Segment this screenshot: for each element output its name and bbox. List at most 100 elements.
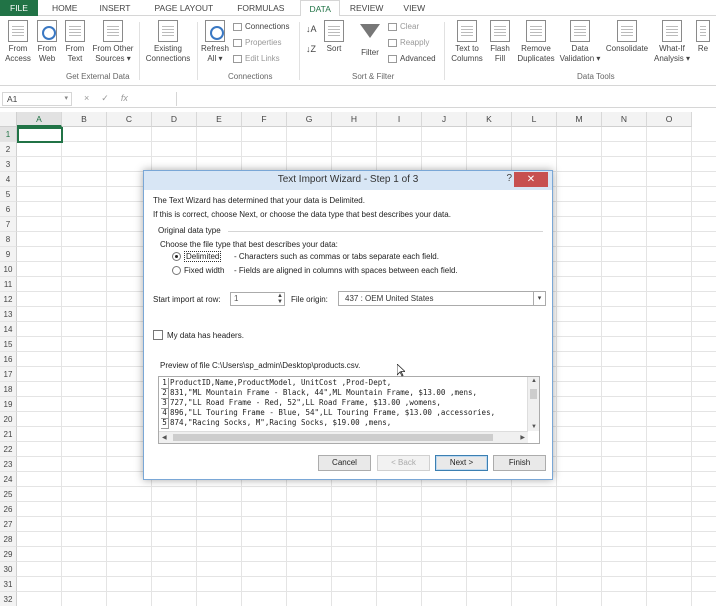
formula-input[interactable] [176,92,710,106]
row-header[interactable]: 6 [0,202,17,217]
row-header[interactable]: 28 [0,532,17,547]
sort-za-button[interactable]: ↓Z [306,44,316,54]
column-header[interactable]: C [107,112,152,127]
consolidate-button[interactable]: Consolidate [604,20,650,54]
column-header[interactable]: L [512,112,557,127]
tab-home[interactable]: HOME [38,0,86,16]
reapply-button[interactable]: Reapply [388,38,429,47]
row-header[interactable]: 15 [0,337,17,352]
select-all-corner[interactable] [0,112,17,127]
preview-vertical-scrollbar[interactable]: ▲ ▼ [527,377,539,431]
row-header[interactable]: 27 [0,517,17,532]
file-preview[interactable]: 5 874,"Racing Socks, M",Racing Socks, $19… [158,376,540,444]
delimited-radio[interactable] [172,252,181,261]
row-header[interactable]: 29 [0,547,17,562]
row-header[interactable]: 3 [0,157,17,172]
from-access-button[interactable]: From Access [4,20,32,64]
help-icon[interactable]: ? [506,173,512,184]
row-header[interactable]: 20 [0,412,17,427]
row-header[interactable]: 18 [0,382,17,397]
column-header[interactable]: H [332,112,377,127]
tab-file[interactable]: FILE [0,0,38,16]
row-header[interactable]: 26 [0,502,17,517]
connections-button[interactable]: Connections [233,22,289,31]
column-header[interactable]: N [602,112,647,127]
edit-links-button[interactable]: Edit Links [233,54,280,63]
row-header[interactable]: 23 [0,457,17,472]
fixed-width-label[interactable]: Fixed width [184,266,224,275]
advanced-button[interactable]: Advanced [388,54,436,63]
row-header[interactable]: 32 [0,592,17,606]
row-header[interactable]: 1 [0,127,17,142]
next-button[interactable]: Next > [435,455,488,471]
data-validation-button[interactable]: Data Validation ▾ [558,20,602,64]
row-header[interactable]: 11 [0,277,17,292]
active-cell[interactable] [17,127,63,143]
row-header[interactable]: 21 [0,427,17,442]
scroll-left-icon[interactable]: ◀ [162,434,167,441]
column-header[interactable]: E [197,112,242,127]
column-header[interactable]: O [647,112,692,127]
chevron-down-icon[interactable]: ▾ [533,292,545,305]
refresh-all-button[interactable]: Refresh All ▾ [199,20,231,64]
sort-az-button[interactable]: ↓A [306,24,317,34]
flash-fill-button[interactable]: Flash Fill [488,20,512,64]
relationships-button[interactable]: Re [694,20,712,54]
sort-button[interactable]: Sort [322,20,346,54]
file-origin-select[interactable]: 437 : OEM United States ▾ [338,291,546,306]
column-header[interactable]: M [557,112,602,127]
row-header[interactable]: 9 [0,247,17,262]
start-import-row-stepper[interactable]: 1 ▲ ▼ [230,292,285,306]
row-header[interactable]: 22 [0,442,17,457]
column-header[interactable]: K [467,112,512,127]
close-button[interactable]: ✕ [514,172,548,187]
horizontal-scroll-thumb[interactable] [173,434,493,441]
my-data-has-headers-checkbox[interactable] [153,330,163,340]
row-header[interactable]: 30 [0,562,17,577]
tab-insert[interactable]: INSERT [85,0,138,16]
fixed-width-radio[interactable] [172,266,181,275]
insert-function-icon[interactable]: fx [121,93,128,104]
spin-arrows-icon[interactable]: ▲ ▼ [277,293,283,305]
cancel-icon[interactable]: × [84,93,89,104]
row-header[interactable]: 2 [0,142,17,157]
back-button[interactable]: < Back [377,455,430,471]
row-header[interactable]: 4 [0,172,17,187]
filter-button[interactable]: Filter [358,20,382,58]
tab-review[interactable]: REVIEW [340,0,392,16]
remove-duplicates-button[interactable]: Remove Duplicates [515,20,557,64]
row-header[interactable]: 16 [0,352,17,367]
text-to-columns-button[interactable]: Text to Columns [448,20,486,64]
existing-connections-button[interactable]: Existing Connections [142,20,194,64]
column-header[interactable]: F [242,112,287,127]
row-header[interactable]: 8 [0,232,17,247]
dialog-title-bar[interactable]: Text Import Wizard - Step 1 of 3 ? ✕ [144,171,552,190]
row-header[interactable]: 13 [0,307,17,322]
scroll-down-icon[interactable]: ▼ [531,424,537,430]
column-header[interactable]: G [287,112,332,127]
row-header[interactable]: 5 [0,187,17,202]
row-header[interactable]: 19 [0,397,17,412]
enter-icon[interactable]: ✓ [101,93,109,104]
cancel-button[interactable]: Cancel [318,455,371,471]
preview-horizontal-scrollbar[interactable]: ◀ ▶ [159,431,528,443]
delimited-option-label[interactable]: Delimited [184,251,222,262]
column-header[interactable]: B [62,112,107,127]
from-other-sources-button[interactable]: From Other Sources ▾ [90,20,136,64]
vertical-scroll-thumb[interactable] [530,389,537,399]
clear-button[interactable]: Clear [388,22,419,31]
row-header[interactable]: 7 [0,217,17,232]
tab-data[interactable]: DATA [300,0,340,17]
column-header[interactable]: J [422,112,467,127]
row-header[interactable]: 31 [0,577,17,592]
scroll-right-icon[interactable]: ▶ [520,434,525,441]
tab-page-layout[interactable]: PAGE LAYOUT [138,0,221,16]
row-header[interactable]: 24 [0,472,17,487]
row-header[interactable]: 25 [0,487,17,502]
row-header[interactable]: 14 [0,322,17,337]
tab-formulas[interactable]: FORMULAS [221,0,292,16]
scroll-up-icon[interactable]: ▲ [531,378,537,384]
row-header[interactable]: 12 [0,292,17,307]
column-header[interactable]: I [377,112,422,127]
finish-button[interactable]: Finish [493,455,546,471]
